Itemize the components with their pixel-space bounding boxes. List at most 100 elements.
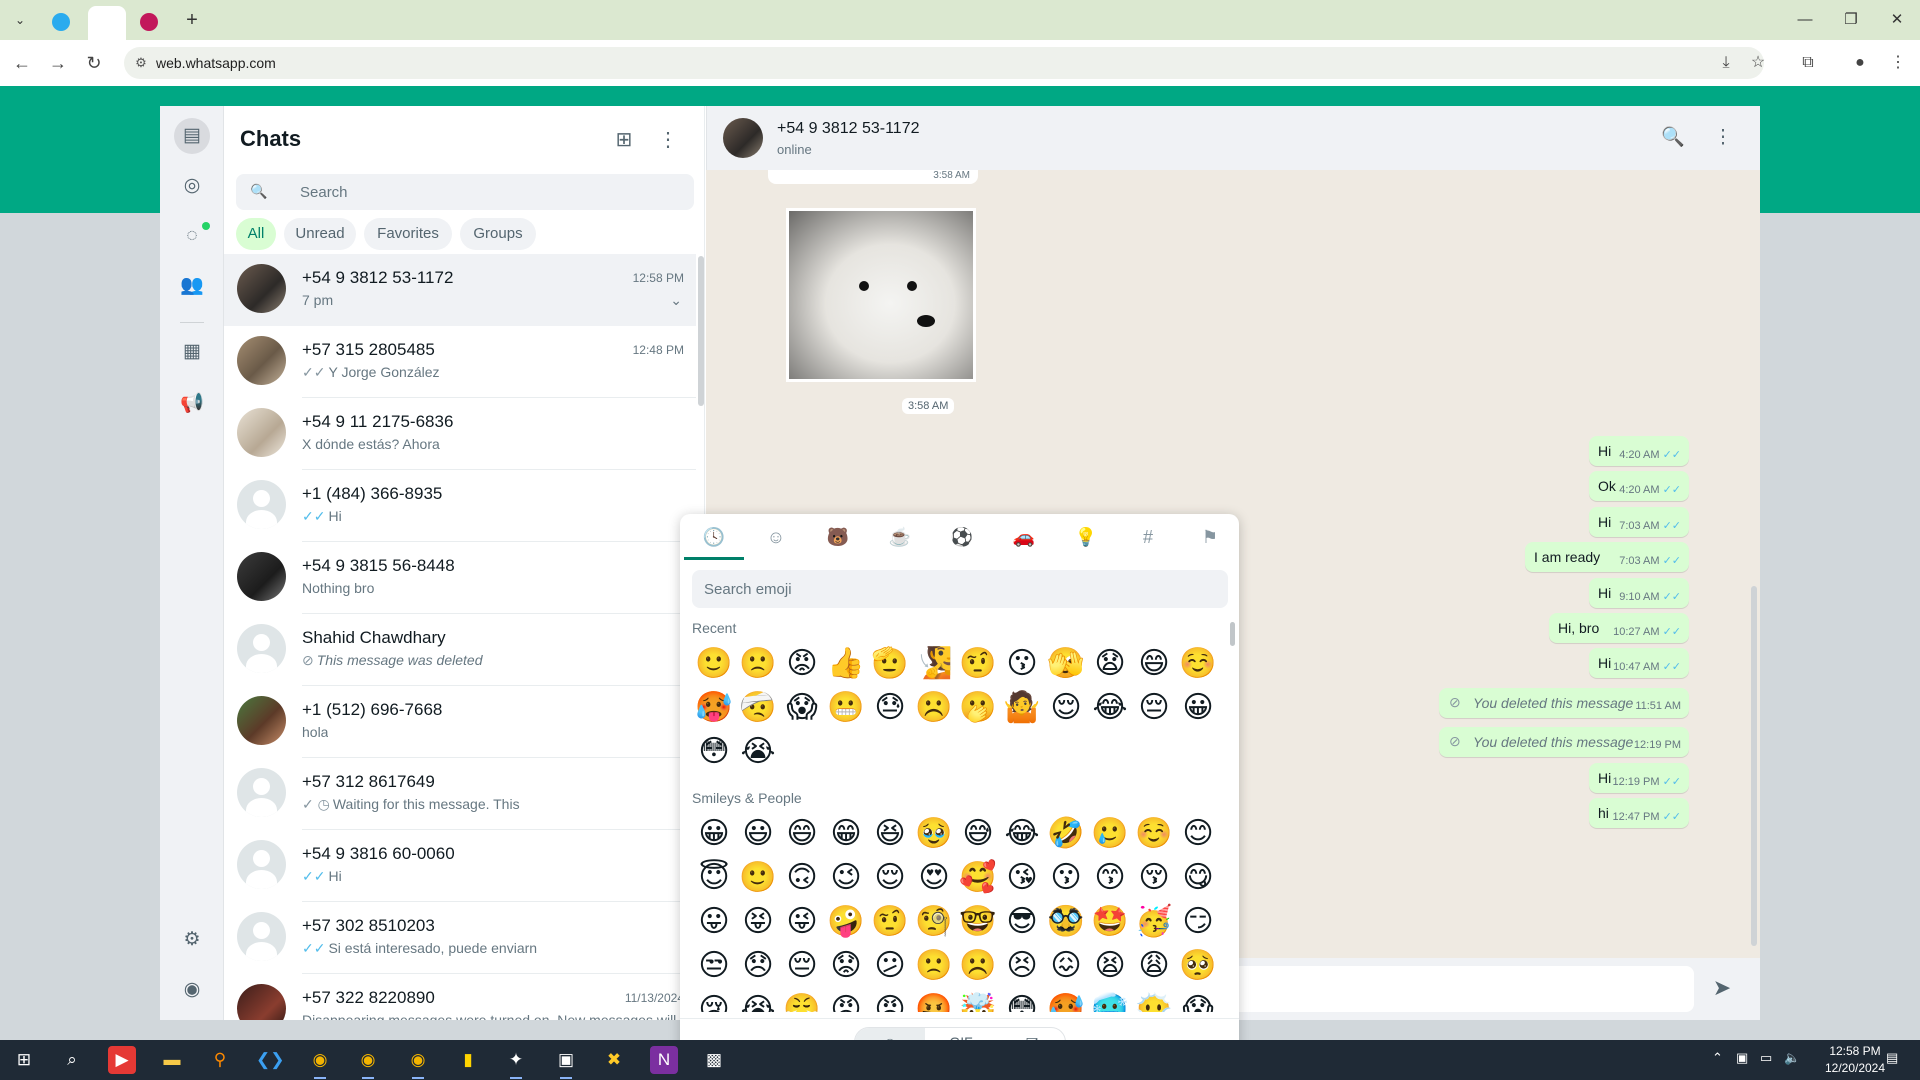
outgoing-message[interactable]: Ok 4:20 AM ✓✓ bbox=[1589, 471, 1689, 502]
emoji-item[interactable]: 😋 bbox=[1178, 858, 1218, 898]
emoji-item[interactable]: 🙂 bbox=[694, 644, 734, 684]
objects-icon[interactable]: 💡 bbox=[1066, 522, 1106, 552]
emoji-item[interactable]: 🤪 bbox=[826, 902, 866, 942]
onenote-icon[interactable]: N bbox=[650, 1046, 678, 1074]
emoji-item[interactable]: 😗 bbox=[1046, 858, 1086, 898]
emoji-item[interactable]: 😶‍🌫️ bbox=[1134, 990, 1174, 1012]
back-button[interactable]: ← bbox=[10, 51, 34, 75]
emoji-item[interactable]: 😄 bbox=[782, 814, 822, 854]
emoji-item[interactable]: 😂 bbox=[1090, 688, 1130, 728]
emoji-item[interactable]: 😜 bbox=[782, 902, 822, 942]
emoji-item[interactable]: 😔 bbox=[1134, 688, 1174, 728]
site-settings-icon[interactable]: ⚙ bbox=[132, 54, 150, 72]
smileys-icon[interactable]: ☺ bbox=[756, 522, 796, 552]
search-icon[interactable]: 🔍 bbox=[1657, 122, 1689, 154]
emoji-item[interactable]: 😳 bbox=[694, 732, 734, 772]
emoji-item[interactable]: 😌 bbox=[1046, 688, 1086, 728]
address-bar[interactable]: ⚙ web.whatsapp.com bbox=[124, 47, 1764, 79]
emoji-item[interactable]: 🫢 bbox=[958, 688, 998, 728]
chevron-down-icon[interactable]: ⌄ bbox=[670, 292, 682, 309]
emoji-item[interactable]: 😅 bbox=[958, 814, 998, 854]
emoji-item[interactable]: 😩 bbox=[1134, 946, 1174, 986]
emoji-item[interactable]: 🥺 bbox=[1178, 946, 1218, 986]
emoji-item[interactable]: 😇 bbox=[694, 858, 734, 898]
app-icon[interactable]: ✦ bbox=[502, 1046, 530, 1079]
animals-icon[interactable]: 🐻 bbox=[818, 522, 858, 552]
emoji-item[interactable]: 😡 bbox=[782, 644, 822, 684]
emoji-item[interactable]: 😝 bbox=[738, 902, 778, 942]
emoji-item[interactable]: 🙃 bbox=[782, 858, 822, 898]
volume-icon[interactable]: 🔈 bbox=[1784, 1050, 1800, 1066]
emoji-item[interactable]: 🙁 bbox=[738, 644, 778, 684]
emoji-item[interactable]: 🥰 bbox=[958, 858, 998, 898]
chat-row[interactable]: +54 9 11 2175-6836 X dónde estás? Ahora bbox=[224, 398, 696, 470]
taskbar-clock[interactable]: 12:58 PM 12/20/2024 bbox=[1820, 1043, 1890, 1077]
outgoing-message[interactable]: Hi 9:10 AM ✓✓ bbox=[1589, 577, 1689, 608]
emoji-item[interactable]: 😞 bbox=[738, 946, 778, 986]
emoji-search-input[interactable]: Search emoji bbox=[692, 570, 1228, 608]
app-icon[interactable]: ▣ bbox=[552, 1046, 580, 1079]
emoji-item[interactable]: 😀 bbox=[694, 814, 734, 854]
tab-search-dropdown[interactable]: ⌄ bbox=[10, 10, 30, 30]
emoji-item[interactable]: 🥵 bbox=[1046, 990, 1086, 1012]
emoji-item[interactable]: ☺️ bbox=[1178, 644, 1218, 684]
profile-avatar-icon[interactable]: ◉ bbox=[174, 972, 210, 1008]
outgoing-message[interactable]: Hi, bro 10:27 AM ✓✓ bbox=[1549, 613, 1689, 643]
chat-row[interactable]: +1 (512) 696-7668 hola bbox=[224, 686, 696, 758]
emoji-scrollbar[interactable] bbox=[1230, 622, 1235, 646]
chat-row[interactable]: +1 (484) 366-8935 ✓✓ Hi bbox=[224, 470, 696, 542]
food-icon[interactable]: ☕ bbox=[880, 522, 920, 552]
recent-clock-icon[interactable]: 🕓 bbox=[694, 522, 734, 552]
new-tab-button[interactable]: + bbox=[180, 8, 204, 32]
emoji-item[interactable]: 🥹 bbox=[914, 814, 954, 854]
filter-groups[interactable]: Groups bbox=[460, 218, 536, 250]
emoji-item[interactable]: 😔 bbox=[782, 946, 822, 986]
emoji-item[interactable]: 😗 bbox=[1002, 644, 1042, 684]
chat-row[interactable]: Shahid Chawdhary ⊘ This message was delet… bbox=[224, 614, 696, 686]
browser-menu-icon[interactable]: ⋮ bbox=[1886, 51, 1910, 75]
emoji-item[interactable]: 🤩 bbox=[1090, 902, 1130, 942]
emoji-item[interactable]: 🤷 bbox=[1002, 688, 1042, 728]
emoji-item[interactable]: 🤨 bbox=[958, 644, 998, 684]
communities-icon[interactable]: 👥 bbox=[174, 268, 210, 304]
tab-other[interactable] bbox=[132, 6, 176, 40]
emoji-item[interactable]: 😕 bbox=[870, 946, 910, 986]
sticky-notes-icon[interactable]: ▮ bbox=[454, 1046, 482, 1074]
emoji-item[interactable]: 😤 bbox=[782, 990, 822, 1012]
emoji-item[interactable]: 😱 bbox=[1178, 990, 1218, 1012]
emoji-item[interactable]: 😍 bbox=[914, 858, 954, 898]
emoji-item[interactable]: 😎 bbox=[1002, 902, 1042, 942]
filter-unread[interactable]: Unread bbox=[284, 218, 356, 250]
emoji-item[interactable]: 😣 bbox=[1002, 946, 1042, 986]
chats-icon[interactable]: ▤ bbox=[174, 118, 210, 154]
emoji-item[interactable]: 😏 bbox=[1178, 902, 1218, 942]
tray-app-icon[interactable]: ▣ bbox=[1736, 1050, 1748, 1066]
network-icon[interactable]: ▭ bbox=[1760, 1050, 1772, 1066]
emoji-item[interactable]: 🥵 bbox=[694, 688, 734, 728]
send-icon[interactable]: ➤ bbox=[1706, 972, 1738, 1004]
chat-row[interactable]: +54 9 3812 53-1172 12:58 PM 7 pm ⌄ bbox=[224, 254, 696, 326]
emoji-item[interactable]: 😫 bbox=[1090, 946, 1130, 986]
outgoing-message[interactable]: Hi 12:19 PM ✓✓ bbox=[1589, 762, 1689, 793]
emoji-item[interactable]: 🤕 bbox=[738, 688, 778, 728]
chat-menu-icon[interactable]: ⋮ bbox=[652, 124, 684, 156]
emoji-item[interactable]: 😭 bbox=[738, 732, 778, 772]
outgoing-message[interactable]: Hi 10:47 AM ✓✓ bbox=[1589, 648, 1689, 679]
filter-favorites[interactable]: Favorites bbox=[364, 218, 452, 250]
settings-icon[interactable]: ⚙ bbox=[174, 922, 210, 958]
chrome-profile-icon[interactable]: ◉ bbox=[354, 1046, 382, 1079]
emoji-item[interactable]: 😂 bbox=[1002, 814, 1042, 854]
emoji-item[interactable]: 😉 bbox=[826, 858, 866, 898]
reload-button[interactable]: ↻ bbox=[82, 51, 106, 75]
tray-chevron-icon[interactable]: ⌃ bbox=[1712, 1050, 1723, 1066]
emoji-item[interactable]: 😳 bbox=[1002, 990, 1042, 1012]
emoji-item[interactable]: 😭 bbox=[738, 990, 778, 1012]
chat-row[interactable]: +57 312 8617649 ✓ ◷ Waiting for this mess… bbox=[224, 758, 696, 830]
outgoing-message[interactable]: Hi 7:03 AM ✓✓ bbox=[1589, 506, 1689, 537]
emoji-item[interactable]: 😬 bbox=[826, 688, 866, 728]
status-icon[interactable]: ◎ bbox=[174, 168, 210, 204]
notifications-icon[interactable]: ▤ bbox=[1886, 1050, 1898, 1066]
emoji-item[interactable]: 😒 bbox=[694, 946, 734, 986]
chat-row[interactable]: +54 9 3816 60-0060 ✓✓ Hi bbox=[224, 830, 696, 902]
conversation-menu-icon[interactable]: ⋮ bbox=[1707, 122, 1739, 154]
